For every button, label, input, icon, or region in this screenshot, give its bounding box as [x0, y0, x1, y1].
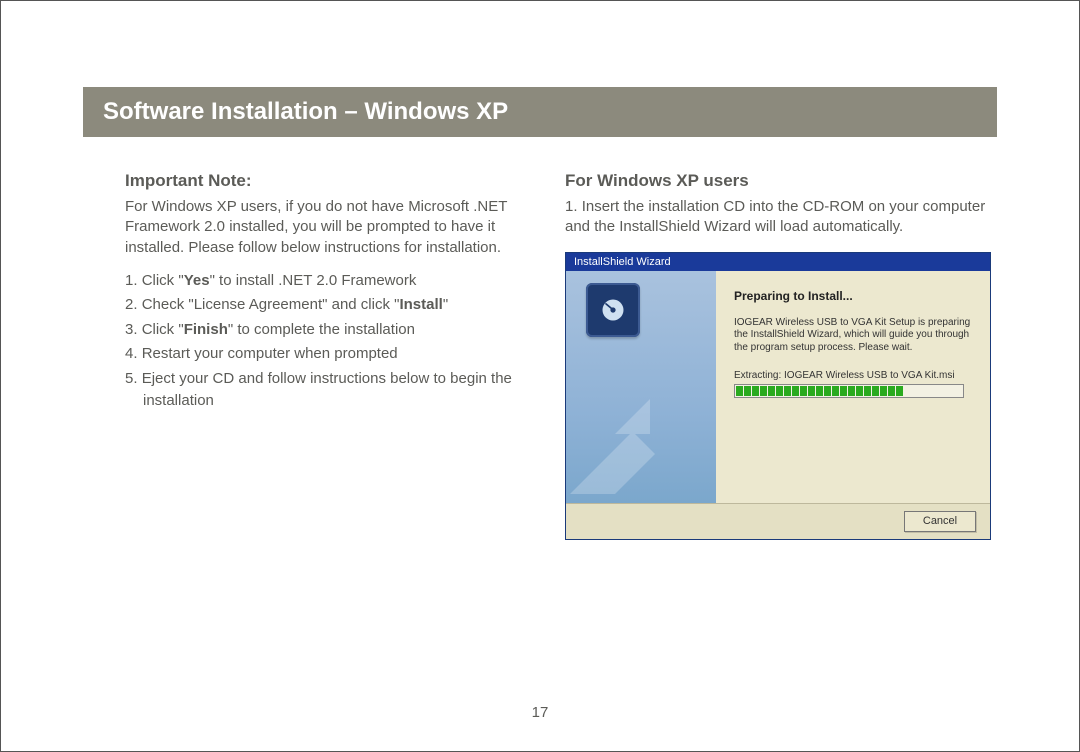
important-note-heading: Important Note: — [125, 171, 525, 191]
progress-block — [800, 386, 807, 396]
progress-block — [816, 386, 823, 396]
progress-block — [872, 386, 879, 396]
progress-block — [896, 386, 903, 396]
wizard-body-text: IOGEAR Wireless USB to VGA Kit Setup is … — [734, 317, 972, 355]
important-note-intro: For Windows XP users, if you do not have… — [125, 197, 525, 258]
wizard-heading: Preparing to Install... — [734, 289, 972, 303]
wizard-body: Preparing to Install... IOGEAR Wireless … — [566, 271, 990, 503]
progress-block — [856, 386, 863, 396]
progress-block — [824, 386, 831, 396]
step-item: 2. Check "License Agreement" and click "… — [125, 294, 525, 317]
wizard-extracting-label: Extracting: IOGEAR Wireless USB to VGA K… — [734, 370, 972, 381]
progress-block — [808, 386, 815, 396]
progress-block — [880, 386, 887, 396]
progress-block — [776, 386, 783, 396]
cd-install-icon — [586, 283, 640, 337]
page-title: Software Installation – Windows XP — [103, 98, 508, 126]
progress-block — [840, 386, 847, 396]
wizard-footer: Cancel — [566, 503, 990, 539]
progress-block — [792, 386, 799, 396]
step-item: 5. Eject your CD and follow instructions… — [125, 368, 525, 413]
wizard-progress-bar — [734, 384, 964, 398]
manual-page: Software Installation – Windows XP Impor… — [0, 0, 1080, 752]
progress-block — [832, 386, 839, 396]
page-number: 17 — [1, 704, 1079, 721]
wizard-side-panel — [566, 271, 716, 503]
step-item: 3. Click "Finish" to complete the instal… — [125, 319, 525, 342]
progress-block — [888, 386, 895, 396]
installshield-wizard-window: InstallShield Wizard — [565, 252, 991, 540]
progress-block — [736, 386, 743, 396]
cancel-button[interactable]: Cancel — [904, 511, 976, 532]
wizard-main-panel: Preparing to Install... IOGEAR Wireless … — [716, 271, 990, 503]
right-column: For Windows XP users 1. Insert the insta… — [565, 171, 997, 540]
decorative-arrow-icon — [566, 384, 680, 503]
header-band: Software Installation – Windows XP — [83, 87, 997, 137]
progress-block — [760, 386, 767, 396]
progress-block — [784, 386, 791, 396]
progress-block — [848, 386, 855, 396]
content-columns: Important Note: For Windows XP users, if… — [125, 171, 997, 540]
progress-block — [768, 386, 775, 396]
windows-xp-heading: For Windows XP users — [565, 171, 997, 191]
step-item: 4. Restart your computer when prompted — [125, 343, 525, 366]
progress-block — [752, 386, 759, 396]
progress-block — [864, 386, 871, 396]
left-column: Important Note: For Windows XP users, if… — [125, 171, 525, 540]
wizard-titlebar: InstallShield Wizard — [566, 253, 990, 271]
step-item: 1. Click "Yes" to install .NET 2.0 Frame… — [125, 270, 525, 293]
windows-xp-step-1: 1. Insert the installation CD into the C… — [565, 197, 997, 238]
install-steps-list: 1. Click "Yes" to install .NET 2.0 Frame… — [125, 270, 525, 413]
progress-block — [744, 386, 751, 396]
